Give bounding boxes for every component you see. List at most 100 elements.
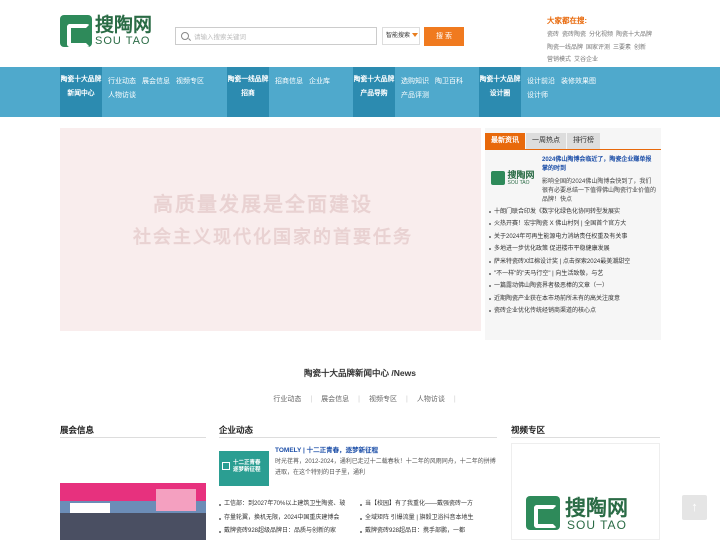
enterprise-news-desc: 时光荏苒，2012-2024，通利已走过十二载春秋！十二年的风雨同舟，十二年的拼… [275, 459, 496, 476]
subnav-divider: | [453, 396, 456, 403]
news-item[interactable]: 火热开赛！宏宇陶瓷 X 佛山村列 | 全国首个官方大 [489, 218, 659, 230]
nav-item[interactable]: 展会信息 [142, 78, 170, 85]
exhibit-image-board [70, 503, 110, 513]
enterprise-news-title[interactable]: TOMELY | 十二正青春，逐梦新征程 [275, 444, 378, 454]
news-item[interactable]: 一篇露动佛山陶瓷界者极恶棒的文章（一） [489, 280, 659, 292]
news-item[interactable]: 多地进一步优化政策 促进楼市平稳健康发展 [489, 243, 659, 255]
enterprise-list-right: 当【校园】有了我重化——戴强瓷砖一方 全域矩阵 引爆流量 | 旗毅卫浴抖音本地生… [360, 498, 495, 539]
chevron-down-icon [412, 33, 419, 38]
exhibit-image-sign [156, 489, 196, 511]
list-item[interactable]: 工信部：到2027年70%以上建筑卫生陶瓷、玻 [219, 498, 354, 512]
nav-group-title[interactable]: 陶瓷十大品牌新闻中心 [60, 67, 102, 117]
subnav-divider: | [406, 396, 408, 403]
featured-news-title[interactable]: 2024佛山陶博会临近了，陶瓷企业赚单报掌的时到 [542, 156, 657, 174]
news-item[interactable]: 近期陶瓷产业获在本市场前所未有的高关注度意 [489, 293, 659, 305]
search-button[interactable]: 搜 索 [424, 27, 464, 46]
list-item[interactable]: 存量轮翼，换机无限，2024中国重庆建博会 [219, 512, 354, 526]
hot-keyword[interactable]: 营销模式 [547, 57, 571, 63]
hot-keyword[interactable]: 创新 [634, 45, 646, 51]
news-item[interactable]: 萨米特瓷砖X红棉设计奖 | 点击探索2024最美潮甜空 [489, 256, 659, 268]
hot-keyword[interactable]: 瓷砖陶瓷 [562, 32, 586, 38]
nav-item[interactable]: 行业动态 [108, 78, 136, 85]
search-type-select[interactable]: 智能搜索 [382, 27, 420, 45]
nav-item[interactable]: 设计前沿 [527, 78, 555, 85]
hot-keyword[interactable]: 分化视频 [589, 32, 613, 38]
search-type-label: 智能搜索 [386, 33, 411, 39]
enterprise-title: 企业动态 [219, 425, 254, 435]
tab-latest[interactable]: 最新资讯 [485, 133, 525, 149]
search-input[interactable]: 请输入搜索关键词 [175, 27, 377, 45]
tab-ranking[interactable]: 排行榜 [567, 133, 600, 149]
subnav-item[interactable]: 视频专区 [369, 396, 397, 403]
nav-item[interactable]: 视频专区 [176, 78, 204, 85]
exhibit-divider [60, 437, 206, 438]
subnav-divider: | [310, 396, 313, 403]
subnav-item[interactable]: 展会信息 [321, 396, 349, 403]
featured-logo-text: 搜陶网 [507, 169, 535, 180]
featured-news-image[interactable]: 搜陶网 SOU TAO [489, 164, 537, 192]
news-list: 十朗门联合印发《数字化绿色化协同转型发展实 火热开赛！宏宇陶瓷 X 佛山村列 |… [489, 206, 659, 318]
hot-keyword[interactable]: 陶瓷一线品牌 [547, 45, 583, 51]
hero-banner[interactable]: 高质量发展是全面建设 社会主义现代化国家的首要任务 [60, 128, 481, 331]
search-icon [181, 32, 189, 40]
logo-square-icon [222, 462, 230, 470]
news-item[interactable]: 十朗门联合印发《数字化绿色化协同转型发展实 [489, 206, 659, 218]
banner-line-1: 高质量发展是全面建设 [153, 192, 373, 216]
arrow-up-icon: ↑ [691, 499, 698, 514]
video-thumbnail[interactable]: 搜陶网 SOU TAO [511, 443, 660, 540]
nav-item[interactable]: 企业库 [309, 78, 330, 85]
section-title: 陶瓷十大品牌新闻中心 /News [304, 368, 416, 378]
news-panel: 最新资讯 一周热点 排行榜 2024佛山陶博会临近了，陶瓷企业赚单报掌的时到 搜… [485, 128, 661, 340]
tab-weekly-hot[interactable]: 一周热点 [526, 133, 566, 149]
video-divider [511, 437, 660, 438]
banner-line-2: 社会主义现代化国家的首要任务 [133, 227, 413, 248]
site-logo[interactable]: 搜陶网 SOU TAO [60, 15, 152, 47]
nav-item[interactable]: 选购知识 [401, 78, 429, 85]
hot-searches: 大家都在搜: 瓷砖 瓷砖陶瓷 分化视频 陶瓷十大品牌 陶瓷一线品牌 国家评测 三要素 创新 … [547, 15, 717, 67]
list-item[interactable]: 戴牌瓷砖928超级品牌日：品质与创新的家 [219, 525, 354, 539]
enterprise-image-text: 十二正青春 逐梦新征程 [233, 460, 261, 473]
list-item[interactable]: 戴牌瓷砖928超品日：携手部鹏，一都 [360, 525, 495, 539]
exhibit-image-crowd [60, 513, 206, 540]
logo-mark-icon [491, 171, 506, 185]
news-item[interactable]: 关于2024年可再生能源电力消纳责任权重及有关事 [489, 231, 659, 243]
featured-news-desc: 影响全国的2024佛山陶博会快到了，我们很有必要总结一下值得佛山陶瓷行业价值的品… [542, 179, 657, 203]
news-item[interactable]: "不一样"的"天马行空" | 向生活致敬，与艺 [489, 268, 659, 280]
subnav-item[interactable]: 人物访谈 [417, 396, 445, 403]
site-header: 搜陶网 SOU TAO 请输入搜索关键词 智能搜索 搜 索 大家都在搜: 瓷砖瓷… [0, 0, 720, 67]
nav-item[interactable]: 招商信息 [275, 78, 303, 85]
news-tabs: 最新资讯 一周热点 排行榜 [485, 133, 601, 149]
nav-item[interactable]: 装修效果图 [561, 78, 596, 85]
exhibit-image[interactable] [60, 483, 206, 540]
hot-keyword[interactable]: 瓷砖 [547, 32, 559, 38]
search-placeholder: 请输入搜索关键词 [194, 34, 246, 41]
hot-keyword[interactable]: 三要素 [613, 45, 631, 51]
subnav-divider: | [358, 396, 360, 403]
back-to-top-button[interactable]: ↑ [682, 495, 707, 520]
tab-underline [485, 149, 661, 150]
enterprise-divider [219, 437, 497, 438]
nav-item[interactable]: 设计师 [527, 92, 548, 99]
section-subnav: 行业动态 | 展会信息 | 视频专区 | 人物访谈 | [0, 394, 720, 404]
logo-text: 搜陶网 [95, 13, 153, 36]
nav-item[interactable]: 人物访谈 [108, 92, 136, 99]
main-nav: 陶瓷十大品牌新闻中心 行业动态 展会信息 视频专区 人物访谈 陶瓷一线品牌招商 招商… [0, 67, 720, 117]
hot-keyword[interactable]: 陶瓷十大品牌 [616, 32, 652, 38]
hot-keyword[interactable]: 艾谷企业 [574, 57, 598, 63]
featured-logo-subtext: SOU TAO [507, 179, 530, 186]
nav-item[interactable]: 陶卫百科 [435, 78, 463, 85]
hot-keyword[interactable]: 国家评测 [586, 45, 610, 51]
enterprise-news-image[interactable]: 十二正青春 逐梦新征程 [219, 451, 269, 486]
nav-group-title[interactable]: 陶瓷一线品牌招商 [227, 67, 269, 117]
list-item[interactable]: 全域矩阵 引爆流量 | 旗毅卫浴抖音本地生 [360, 512, 495, 526]
nav-item[interactable]: 产品评测 [401, 92, 429, 99]
list-item[interactable]: 当【校园】有了我重化——戴强瓷砖一方 [360, 498, 495, 512]
subnav-item[interactable]: 行业动态 [273, 396, 301, 403]
news-item[interactable]: 瓷砖企业优化传统经销商渠道的核心点 [489, 305, 659, 317]
nav-group-title[interactable]: 陶瓷十大品牌设计圈 [479, 67, 521, 117]
nav-group-title[interactable]: 陶瓷十大品牌产品导购 [353, 67, 395, 117]
hot-searches-title: 大家都在搜: [547, 16, 587, 25]
enterprise-list-left: 工信部：到2027年70%以上建筑卫生陶瓷、玻 存量轮翼，换机无限，2024中国… [219, 498, 354, 539]
logo-mark-icon [526, 496, 560, 530]
featured-news: 2024佛山陶博会临近了，陶瓷企业赚单报掌的时到 搜陶网 SOU TAO 影响全国… [489, 156, 657, 206]
